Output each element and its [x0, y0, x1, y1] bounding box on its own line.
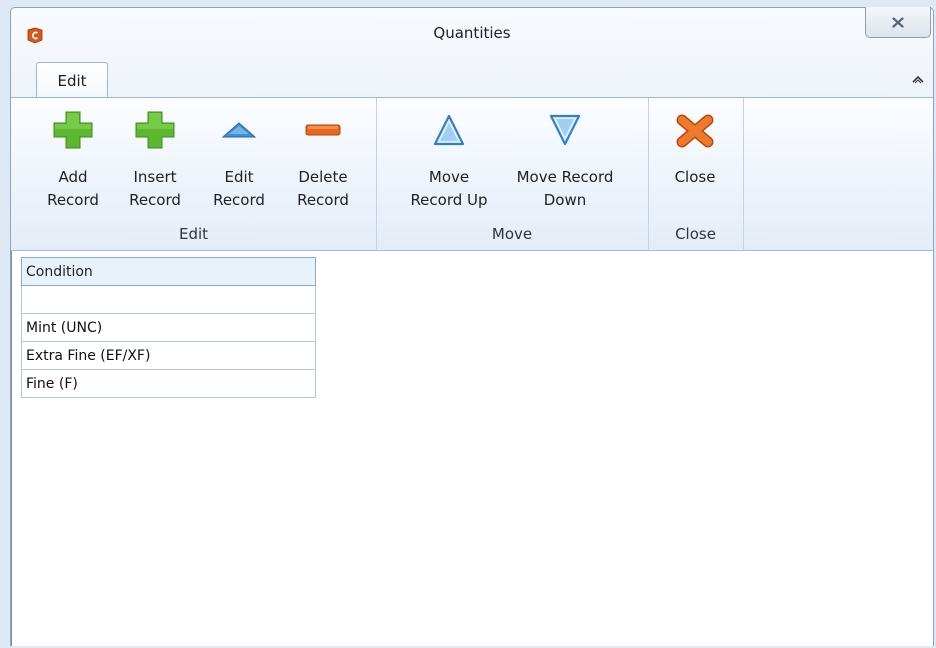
table-row[interactable]: [21, 285, 316, 314]
ribbon-tab-bar: Edit: [11, 60, 933, 99]
grid-cell[interactable]: Mint (UNC): [21, 313, 316, 342]
table-row[interactable]: Extra Fine (EF/XF): [21, 341, 316, 370]
column-header-condition[interactable]: Condition: [21, 257, 316, 286]
insert-record-button[interactable]: Insert Record: [120, 110, 190, 212]
window-close-button[interactable]: [865, 7, 931, 38]
group-label-move: Move: [491, 225, 533, 243]
data-grid-area: Condition Mint (UNC) Extra Fine (EF/XF) …: [11, 251, 933, 646]
delete-record-line2: Record: [297, 191, 349, 209]
insert-icon: [135, 111, 175, 149]
delete-record-button[interactable]: Delete Record: [288, 110, 358, 212]
group-label-edit: Edit: [178, 225, 209, 243]
collapse-ribbon-icon[interactable]: [911, 74, 925, 86]
grid-cell[interactable]: Extra Fine (EF/XF): [21, 341, 316, 370]
insert-record-line1: Insert: [133, 168, 177, 186]
group-close: Close Close: [648, 98, 744, 251]
close-icon: [676, 114, 714, 148]
delete-record-line1: Delete: [298, 168, 348, 186]
add-record-line2: Record: [47, 191, 99, 209]
quantities-window: Quantities Edit Add Record Insert Record…: [10, 7, 934, 646]
close-button[interactable]: Close: [660, 110, 730, 189]
ribbon: Add Record Insert Record Edit Record Del…: [11, 97, 933, 251]
table-row[interactable]: Fine (F): [21, 369, 316, 398]
conditions-grid: Condition Mint (UNC) Extra Fine (EF/XF) …: [21, 257, 316, 398]
close-x-icon: [892, 16, 904, 28]
edit-record-line1: Edit: [224, 168, 254, 186]
table-row[interactable]: Mint (UNC): [21, 313, 316, 342]
grid-header-row: Condition: [21, 257, 316, 286]
edit-record-line2: Record: [213, 191, 265, 209]
add-record-button[interactable]: Add Record: [38, 110, 108, 212]
group-move: Move Record Up Move Record Down Move: [376, 98, 649, 251]
arrow-down-icon: [549, 114, 581, 146]
group-edit: Add Record Insert Record Edit Record Del…: [11, 98, 377, 251]
arrow-up-icon: [433, 114, 465, 146]
move-up-line1: Move: [428, 168, 470, 186]
group-label-close: Close: [675, 225, 716, 243]
window-title: Quantities: [433, 24, 511, 42]
add-icon: [53, 111, 93, 149]
close-line1: Close: [674, 168, 716, 186]
move-record-up-button[interactable]: Move Record Up: [407, 110, 491, 212]
move-up-line2: Record Up: [410, 191, 488, 209]
move-down-line2: Down: [543, 191, 587, 209]
move-down-line1: Move Record: [516, 168, 614, 186]
insert-record-line2: Record: [129, 191, 181, 209]
grid-cell[interactable]: [21, 285, 316, 314]
add-record-line1: Add: [58, 168, 88, 186]
tab-edit[interactable]: Edit: [36, 62, 108, 99]
title-bar: Quantities: [11, 7, 933, 60]
edit-record-button[interactable]: Edit Record: [204, 110, 274, 212]
edit-icon: [221, 122, 257, 138]
delete-icon: [305, 124, 341, 136]
grid-cell[interactable]: Fine (F): [21, 369, 316, 398]
move-record-down-button[interactable]: Move Record Down: [504, 110, 626, 212]
